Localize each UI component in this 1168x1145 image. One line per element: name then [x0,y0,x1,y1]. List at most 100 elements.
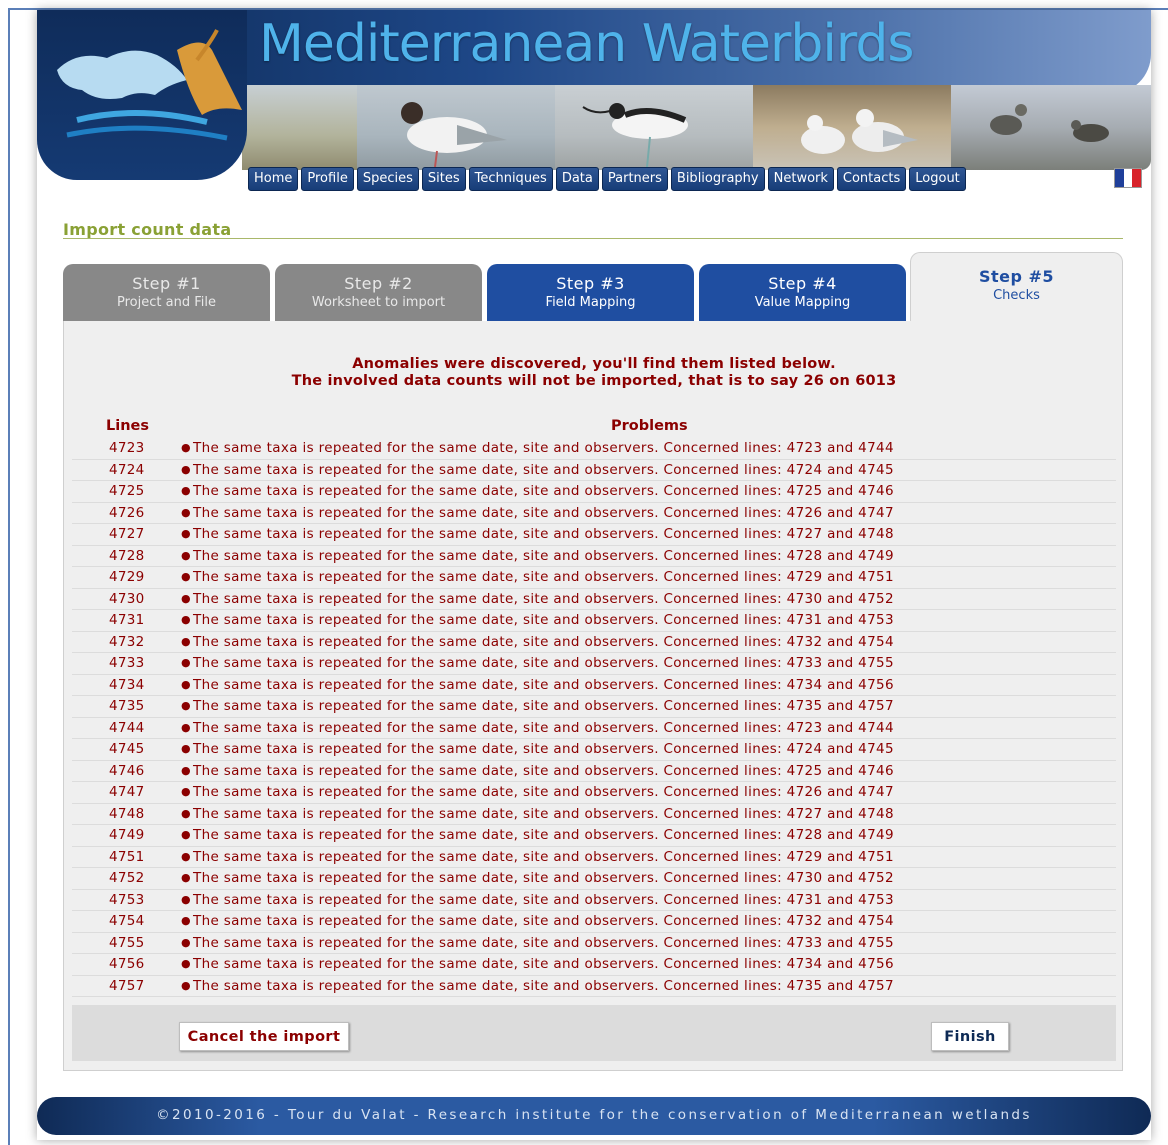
row-line-number: 4746 [109,762,145,779]
table-row: 4753 ● The same taxa is repeated for the s… [72,890,1116,911]
row-problem-text: The same taxa is repeated for the same d… [193,461,894,478]
cancel-import-button[interactable]: Cancel the import [179,1022,349,1051]
row-line-number: 4754 [109,913,145,929]
column-header-lines: Lines [106,418,149,434]
row-line-number: 4753 [109,891,145,908]
row-problem-text: The same taxa is repeated for the same d… [193,870,894,886]
step-title: Step #2 [344,274,413,293]
banner-photo-gulls [753,85,953,170]
row-line-number: 4727 [109,526,145,542]
row-problem-text: The same taxa is repeated for the same d… [193,805,894,822]
row-line-number: 4724 [109,461,145,478]
row-problem-text: The same taxa is repeated for the same d… [193,934,894,951]
bullet-icon: ● [181,462,191,476]
bullet-icon: ● [181,914,191,927]
waders-bird-icon [990,104,1109,142]
table-row: 4728 ● The same taxa is repeated for the s… [72,546,1116,567]
action-bar: Cancel the import Finish [72,1005,1116,1061]
table-row: 4735 ● The same taxa is repeated for the s… [72,696,1116,718]
bullet-icon: ● [181,763,191,777]
bullet-icon: ● [181,677,191,691]
nav-home[interactable]: Home [248,167,299,191]
step-title: Step #3 [556,274,625,293]
row-line-number: 4744 [109,719,145,736]
gull-bird-icon [401,102,507,168]
nav-logout[interactable]: Logout [909,167,966,191]
table-row: 4751 ● The same taxa is repeated for the s… [72,847,1116,868]
nav-network[interactable]: Network [767,167,834,191]
page-border-left [8,8,10,1145]
row-problem-text: The same taxa is repeated for the same d… [193,719,894,736]
table-row: 4745 ● The same taxa is repeated for the s… [72,739,1116,761]
finish-button[interactable]: Finish [931,1022,1009,1051]
nav-partners[interactable]: Partners [601,167,668,191]
table-row: 4755 ● The same taxa is repeated for the s… [72,933,1116,954]
french-flag-icon[interactable] [1114,168,1142,188]
row-problem-text: The same taxa is repeated for the same d… [193,913,894,929]
row-problem-text: The same taxa is repeated for the same d… [193,526,894,542]
bullet-icon: ● [181,849,191,863]
bullet-icon: ● [181,505,191,519]
table-row: 4747 ● The same taxa is repeated for the s… [72,782,1116,804]
row-line-number: 4731 [109,612,145,628]
row-problem-text: The same taxa is repeated for the same d… [193,655,894,671]
anomaly-table: 4723 ● The same taxa is repeated for the s… [72,438,1116,997]
nav-data[interactable]: Data [555,167,599,191]
row-problem-text: The same taxa is repeated for the same d… [193,504,894,521]
table-row: 4732 ● The same taxa is repeated for the s… [72,632,1116,653]
avocet-bird-icon [582,103,688,168]
table-row: 4725 ● The same taxa is repeated for the s… [72,481,1116,503]
title-divider [63,238,1123,239]
row-problem-text: The same taxa is repeated for the same d… [193,590,894,607]
row-line-number: 4757 [109,977,145,994]
bullet-icon: ● [181,699,191,712]
row-line-number: 4748 [109,805,145,822]
table-row: 4752 ● The same taxa is repeated for the s… [72,868,1116,890]
tab-step-3[interactable]: Step #3 Field Mapping [487,264,694,322]
step-subtitle: Value Mapping [754,295,851,310]
main-nav: Home Profile Species Sites Techniques Da… [248,167,966,191]
tab-step-2[interactable]: Step #2 Worksheet to import [275,264,482,322]
row-line-number: 4729 [109,569,145,585]
bullet-icon: ● [181,806,191,820]
step-subtitle: Field Mapping [545,295,636,310]
bullet-icon: ● [181,720,191,734]
row-line-number: 4745 [109,741,145,757]
bullet-icon: ● [181,828,191,841]
bullet-icon: ● [181,656,191,669]
table-row: 4726 ● The same taxa is repeated for the s… [72,503,1116,524]
bullet-icon: ● [181,591,191,605]
nav-techniques[interactable]: Techniques [468,167,553,191]
bullet-icon: ● [181,634,191,648]
step-subtitle: Project and File [117,295,216,310]
bullet-icon: ● [181,978,191,992]
row-problem-text: The same taxa is repeated for the same d… [193,483,894,499]
checks-panel: Anomalies were discovered, you'll find t… [63,321,1123,1071]
row-line-number: 4723 [109,440,145,456]
row-line-number: 4734 [109,676,145,693]
table-row: 4754 ● The same taxa is repeated for the s… [72,911,1116,933]
header-banner: Mediterranean Waterbirds [37,10,1151,190]
site-title: Mediterranean Waterbirds [259,14,914,74]
bullet-icon: ● [181,785,191,798]
row-line-number: 4732 [109,633,145,650]
row-problem-text: The same taxa is repeated for the same d… [193,977,894,994]
step-subtitle: Worksheet to import [311,295,446,310]
nav-bibliography[interactable]: Bibliography [670,167,765,191]
bullet-icon: ● [181,935,191,949]
nav-sites[interactable]: Sites [421,167,466,191]
site-logo[interactable] [37,10,247,180]
table-row: 4729 ● The same taxa is repeated for the s… [72,567,1116,589]
row-problem-text: The same taxa is repeated for the same d… [193,741,894,757]
bullet-icon: ● [181,613,191,626]
nav-contacts[interactable]: Contacts [836,167,907,191]
tab-step-5[interactable]: Step #5 Checks [910,252,1123,322]
step-title: Step #4 [768,274,837,293]
nav-species[interactable]: Species [356,167,419,191]
tab-step-1[interactable]: Step #1 Project and File [63,264,270,322]
table-row: 4744 ● The same taxa is repeated for the s… [72,718,1116,739]
mediterranean-map-icon [57,29,242,141]
tab-step-4[interactable]: Step #4 Value Mapping [699,264,906,322]
table-row: 4733 ● The same taxa is repeated for the s… [72,653,1116,675]
nav-profile[interactable]: Profile [301,167,354,191]
